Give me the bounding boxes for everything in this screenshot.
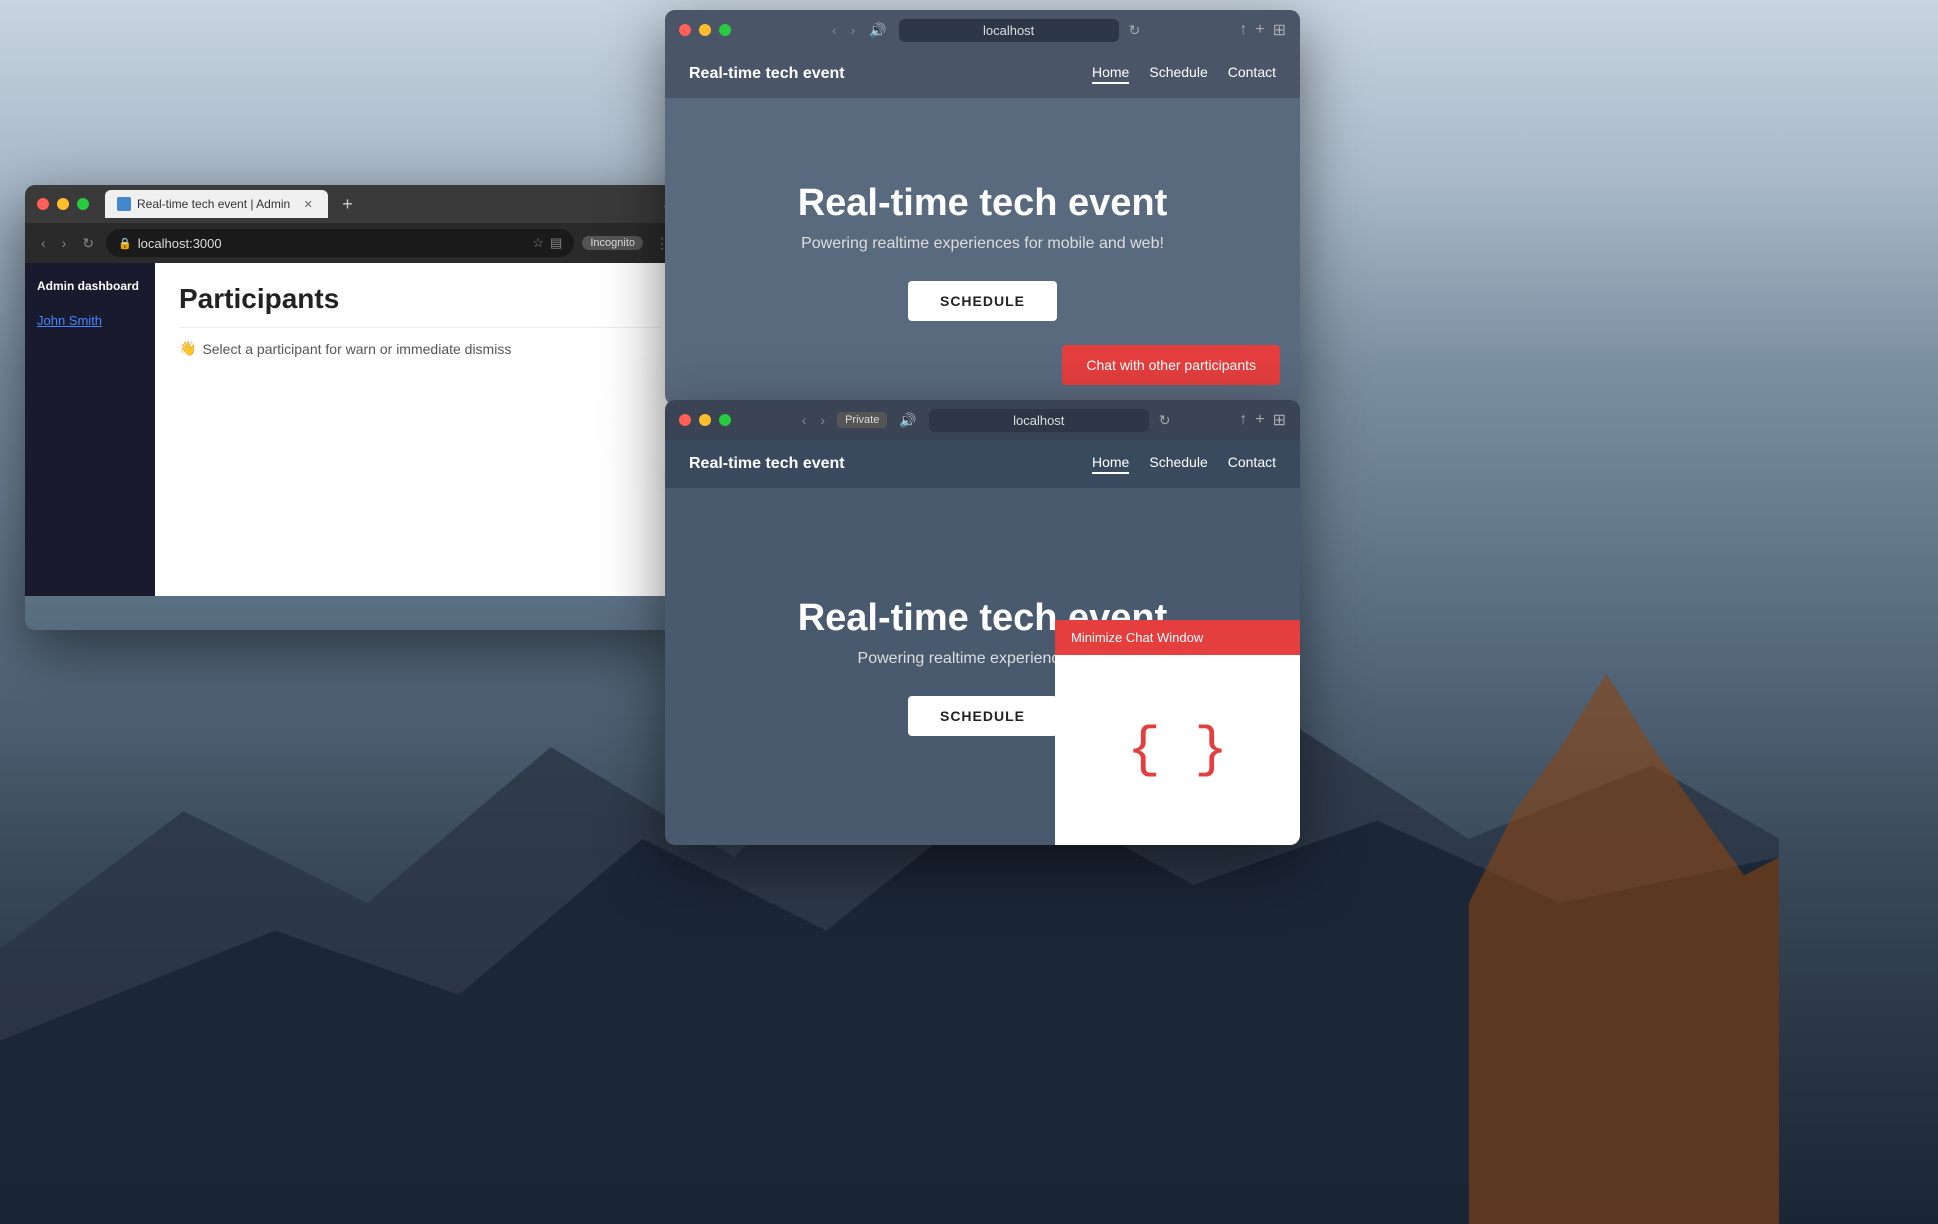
event1-schedule-btn[interactable]: SCHEDULE [908, 281, 1057, 321]
event1-navbar: Real-time tech event Home Schedule Conta… [665, 50, 1300, 98]
event2-schedule-btn[interactable]: SCHEDULE [908, 696, 1057, 736]
admin-nav-john-smith[interactable]: John Smith [37, 309, 143, 332]
event1-nav-home[interactable]: Home [1092, 64, 1129, 84]
event1-nav-schedule[interactable]: Schedule [1149, 64, 1207, 84]
admin-lock-icon: 🔒 [118, 237, 132, 250]
event2-refresh-btn[interactable]: ↻ [1159, 412, 1171, 429]
admin-browser-window: Real-time tech event | Admin ✕ + ⌄ ‹ › ↻… [25, 185, 685, 630]
admin-new-tab-btn[interactable]: + [342, 194, 353, 215]
event2-brand: Real-time tech event [689, 455, 845, 473]
admin-reader-icon[interactable]: ▤ [550, 235, 562, 251]
event2-titlebar-controls: ↑ + ⊞ [1239, 410, 1286, 430]
admin-tab-close-icon[interactable]: ✕ [300, 196, 316, 212]
event2-forward-btn[interactable]: › [818, 410, 827, 430]
chat-window-overlay: Minimize Chat Window { } [1055, 620, 1300, 845]
event1-share-btn[interactable]: ↑ [1239, 21, 1247, 39]
event2-url-field[interactable]: localhost [929, 409, 1149, 432]
admin-browser-titlebar: Real-time tech event | Admin ✕ + ⌄ [25, 185, 685, 223]
participants-heading: Participants [179, 283, 661, 328]
event1-nav-contact[interactable]: Contact [1228, 64, 1276, 84]
event1-content: Real-time tech event Home Schedule Conta… [665, 50, 1300, 405]
event2-nav-home[interactable]: Home [1092, 454, 1129, 474]
hint-emoji: 👋 [179, 340, 196, 357]
event-browser-2: ‹ › Private 🔊 localhost ↻ ↑ + ⊞ Real-tim… [665, 400, 1300, 845]
event2-titlebar-center: ‹ › Private 🔊 localhost ↻ [739, 409, 1231, 432]
admin-incognito-badge: Incognito [582, 236, 643, 250]
event1-grid-btn[interactable]: ⊞ [1273, 20, 1286, 40]
event2-add-btn[interactable]: + [1255, 411, 1264, 429]
admin-browser-tab[interactable]: Real-time tech event | Admin ✕ [105, 190, 328, 218]
admin-address-field[interactable]: 🔒 localhost:3000 ☆ ▤ [106, 229, 574, 257]
event2-hero: Real-time tech event Powering realtime e… [665, 488, 1300, 845]
event2-fullscreen-btn[interactable] [719, 414, 731, 426]
admin-address-bar: ‹ › ↻ 🔒 localhost:3000 ☆ ▤ Incognito ⋮ [25, 223, 685, 263]
admin-main-content: Participants 👋 Select a participant for … [155, 263, 685, 596]
event1-titlebar-center: ‹ › 🔊 localhost ↻ [739, 19, 1231, 42]
event2-close-btn[interactable] [679, 414, 691, 426]
admin-refresh-btn[interactable]: ↻ [78, 233, 98, 254]
admin-bookmark-icon[interactable]: ☆ [532, 235, 544, 251]
event1-hero-subtitle: Powering realtime experiences for mobile… [801, 235, 1164, 253]
admin-url-text: localhost:3000 [138, 236, 222, 251]
event1-forward-btn[interactable]: › [849, 20, 858, 40]
admin-minimize-btn[interactable] [57, 198, 69, 210]
event2-content: Real-time tech event Home Schedule Conta… [665, 440, 1300, 845]
event2-private-badge: Private [837, 412, 887, 428]
tab-favicon-icon [117, 197, 131, 211]
event1-fullscreen-btn[interactable] [719, 24, 731, 36]
participants-hint-text: 👋 Select a participant for warn or immed… [179, 340, 661, 357]
event2-grid-btn[interactable]: ⊞ [1273, 410, 1286, 430]
admin-tab-title: Real-time tech event | Admin [137, 197, 290, 211]
event1-url-field[interactable]: localhost [899, 19, 1119, 42]
event2-titlebar: ‹ › Private 🔊 localhost ↻ ↑ + ⊞ [665, 400, 1300, 440]
minimize-chat-btn[interactable]: Minimize Chat Window [1055, 620, 1300, 655]
event2-share-btn[interactable]: ↑ [1239, 411, 1247, 429]
admin-dashboard-label: Admin dashboard [37, 279, 143, 293]
admin-sidebar: Admin dashboard John Smith [25, 263, 155, 596]
event2-nav-links: Home Schedule Contact [1092, 454, 1276, 474]
admin-forward-btn[interactable]: › [58, 233, 71, 253]
admin-fullscreen-btn[interactable] [77, 198, 89, 210]
event1-chat-participants-btn[interactable]: Chat with other participants [1062, 345, 1280, 385]
event2-navbar: Real-time tech event Home Schedule Conta… [665, 440, 1300, 488]
event1-back-btn[interactable]: ‹ [830, 20, 839, 40]
event1-add-btn[interactable]: + [1255, 21, 1264, 39]
event1-hero: Real-time tech event Powering realtime e… [665, 98, 1300, 405]
event1-nav-links: Home Schedule Contact [1092, 64, 1276, 84]
event1-sound-btn[interactable]: 🔊 [867, 20, 888, 41]
event1-brand: Real-time tech event [689, 65, 845, 83]
admin-browser-content: Admin dashboard John Smith Participants … [25, 263, 685, 596]
admin-close-btn[interactable] [37, 198, 49, 210]
event-browser-1: ‹ › 🔊 localhost ↻ ↑ + ⊞ Real-time tech e… [665, 10, 1300, 405]
event1-refresh-btn[interactable]: ↻ [1129, 22, 1141, 39]
event2-nav-contact[interactable]: Contact [1228, 454, 1276, 474]
chat-logo-icon: { } [1127, 718, 1228, 782]
admin-back-btn[interactable]: ‹ [37, 233, 50, 253]
event1-minimize-btn[interactable] [699, 24, 711, 36]
event1-titlebar: ‹ › 🔊 localhost ↻ ↑ + ⊞ [665, 10, 1300, 50]
event1-hero-title: Real-time tech event [798, 182, 1168, 225]
event2-back-btn[interactable]: ‹ [800, 410, 809, 430]
event2-sound-btn[interactable]: 🔊 [897, 410, 918, 431]
event2-minimize-btn[interactable] [699, 414, 711, 426]
chat-window-body: { } [1055, 655, 1300, 845]
event1-titlebar-controls: ↑ + ⊞ [1239, 20, 1286, 40]
event2-nav-schedule[interactable]: Schedule [1149, 454, 1207, 474]
event1-close-btn[interactable] [679, 24, 691, 36]
